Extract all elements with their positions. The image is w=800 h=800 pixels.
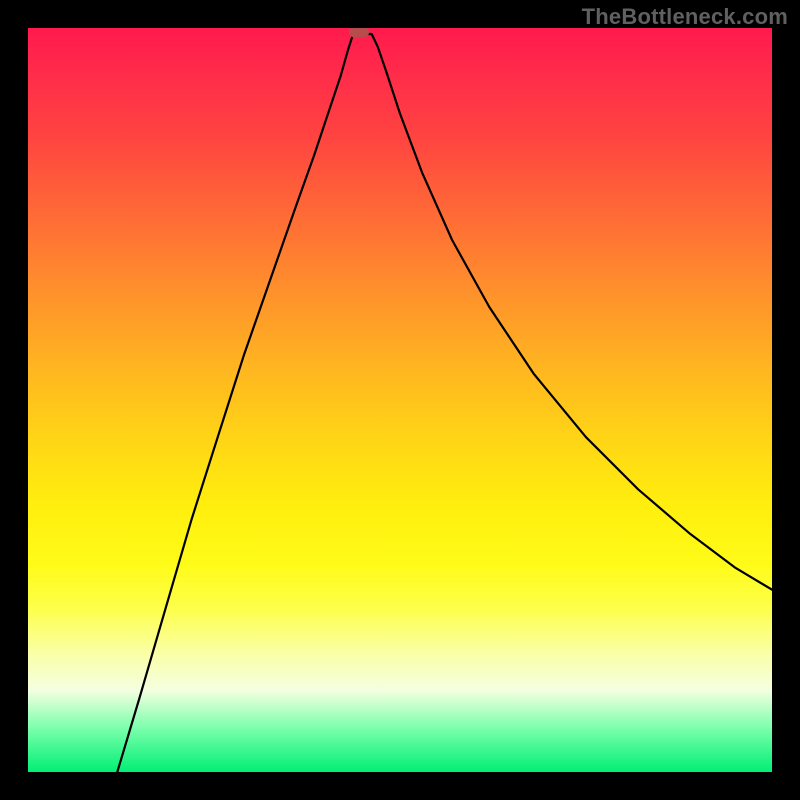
chart-frame: TheBottleneck.com: [0, 0, 800, 800]
bottleneck-curve: [117, 34, 772, 772]
curve-layer: [28, 28, 772, 772]
plot-area: [28, 28, 772, 772]
watermark-text: TheBottleneck.com: [582, 4, 788, 30]
optimum-marker: [349, 28, 369, 38]
